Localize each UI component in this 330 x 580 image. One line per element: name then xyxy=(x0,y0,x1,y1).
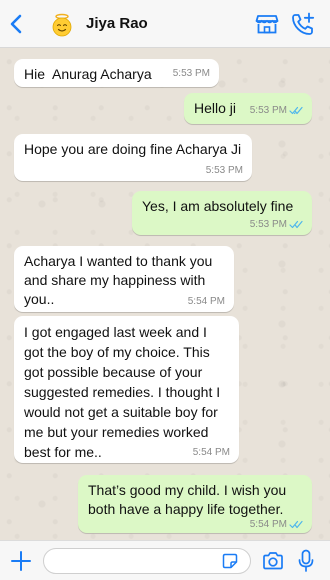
message-bubble-outgoing[interactable]: Yes, I am absolutely fine 5:53 PM xyxy=(132,191,312,235)
message-text: That’s good my child. I wish you both ha… xyxy=(88,482,287,517)
message-bubble-incoming[interactable]: Hie Anurag Acharya 5:53 PM xyxy=(14,59,219,87)
message-bubble-outgoing[interactable]: Hello ji 5:53 PM xyxy=(184,93,312,124)
add-call-icon[interactable] xyxy=(290,11,316,37)
avatar[interactable] xyxy=(50,13,74,37)
message-bubble-incoming[interactable]: Hope you are doing fine Acharya Ji 5:53 … xyxy=(14,134,252,181)
message-bubble-outgoing[interactable]: That’s good my child. I wish you both ha… xyxy=(78,475,312,533)
message-time: 5:53 PM xyxy=(172,68,210,79)
read-receipt-icon xyxy=(289,520,303,529)
message-text: Yes, I am absolutely fine xyxy=(142,198,294,214)
sticker-icon[interactable] xyxy=(222,553,238,569)
read-receipt-icon xyxy=(289,220,303,229)
message-input[interactable] xyxy=(43,548,251,574)
store-icon[interactable] xyxy=(255,13,279,35)
message-composer xyxy=(0,540,330,580)
message-time: 5:53 PM xyxy=(250,219,303,231)
message-time: 5:54 PM xyxy=(187,296,225,307)
message-text: Hope you are doing fine Acharya Ji xyxy=(24,141,242,157)
microphone-icon[interactable] xyxy=(298,549,314,573)
plus-icon[interactable] xyxy=(10,550,32,572)
message-bubble-incoming[interactable]: I got engaged last week and I got the bo… xyxy=(14,316,239,463)
message-time: 5:53 PM xyxy=(205,165,243,176)
read-receipt-icon xyxy=(289,106,303,115)
message-bubble-incoming[interactable]: Acharya I wanted to thank you and share … xyxy=(14,246,234,312)
message-time: 5:54 PM xyxy=(250,519,303,531)
message-time: 5:53 PM xyxy=(250,105,303,117)
chat-header: Jiya Rao xyxy=(0,0,330,48)
contact-name[interactable]: Jiya Rao xyxy=(86,15,148,32)
back-chevron-icon[interactable] xyxy=(6,12,28,36)
message-text: I got engaged last week and I got the bo… xyxy=(24,324,221,460)
message-time: 5:54 PM xyxy=(192,447,230,458)
chat-area[interactable]: Hie Anurag Acharya 5:53 PM Hello ji 5:53… xyxy=(0,48,330,540)
camera-icon[interactable] xyxy=(262,551,284,571)
